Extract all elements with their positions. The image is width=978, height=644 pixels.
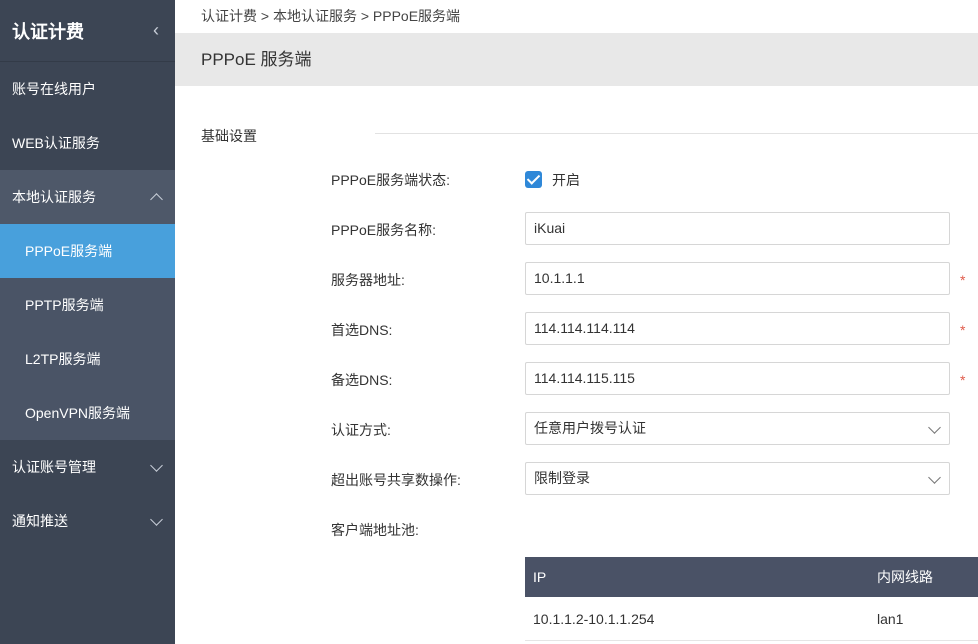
sidebar-item-label: 认证账号管理 <box>12 459 96 475</box>
collapse-sidebar-icon[interactable]: ‹ <box>153 20 159 41</box>
secondary-dns-input[interactable]: 114.114.115.115 <box>525 362 950 395</box>
chevron-down-icon <box>928 421 941 434</box>
exceed-action-row: 超出账号共享数操作: 限制登录 <box>175 462 978 498</box>
sidebar-subitem-openvpn[interactable]: OpenVPN服务端 <box>0 386 175 440</box>
primary-dns-input[interactable]: 114.114.114.114 <box>525 312 950 345</box>
sidebar-item-label: OpenVPN服务端 <box>25 405 131 421</box>
server-address-input[interactable]: 10.1.1.1 <box>525 262 950 295</box>
sidebar-item-auth-accounts[interactable]: 认证账号管理 <box>0 440 175 494</box>
sidebar-item-label: L2TP服务端 <box>25 351 101 367</box>
required-mark: * <box>960 372 966 388</box>
server-address-row: 服务器地址: 10.1.1.1 * <box>175 262 978 298</box>
table-header: IP 内网线路 <box>525 557 978 597</box>
sidebar-item-label: WEB认证服务 <box>12 135 100 151</box>
auth-method-select[interactable]: 任意用户拨号认证 <box>525 412 950 445</box>
exceed-action-select[interactable]: 限制登录 <box>525 462 950 495</box>
primary-dns-row: 首选DNS: 114.114.114.114 * <box>175 312 978 348</box>
cell-ip: 10.1.1.2-10.1.1.254 <box>533 610 655 627</box>
page-title: PPPoE 服务端 <box>175 33 978 86</box>
sidebar-item-label: 本地认证服务 <box>12 189 96 205</box>
secondary-dns-row: 备选DNS: 114.114.115.115 * <box>175 362 978 398</box>
sidebar-item-local-auth[interactable]: 本地认证服务 <box>0 170 175 224</box>
sidebar-header: 认证计费 ‹ <box>0 0 175 62</box>
exceed-action-label: 超出账号共享数操作: <box>331 472 461 488</box>
chevron-down-icon <box>150 512 163 526</box>
sidebar-title: 认证计费 <box>12 21 84 42</box>
service-name-input[interactable]: iKuai <box>525 212 950 245</box>
auth-method-row: 认证方式: 任意用户拨号认证 <box>175 412 978 448</box>
column-header-ip: IP <box>533 569 547 585</box>
chevron-down-icon <box>150 458 163 472</box>
address-pool-row: 客户端地址池: <box>175 512 978 548</box>
primary-dns-label: 首选DNS: <box>331 322 393 338</box>
auth-method-value: 任意用户拨号认证 <box>534 420 646 436</box>
address-pool-label: 客户端地址池: <box>331 522 419 538</box>
main-content: 认证计费 > 本地认证服务 > PPPoE服务端 PPPoE 服务端 基础设置 … <box>175 0 978 644</box>
breadcrumb: 认证计费 > 本地认证服务 > PPPoE服务端 <box>201 8 461 24</box>
sidebar-item-label: 通知推送 <box>12 513 68 529</box>
exceed-action-value: 限制登录 <box>534 470 590 486</box>
secondary-dns-label: 备选DNS: <box>331 372 393 388</box>
sidebar-submenu: PPPoE服务端 PPTP服务端 L2TP服务端 OpenVPN服务端 <box>0 224 175 440</box>
status-checkbox[interactable] <box>525 171 542 188</box>
required-mark: * <box>960 272 966 288</box>
sidebar-item-label: PPTP服务端 <box>25 297 104 313</box>
sidebar-subitem-l2tp[interactable]: L2TP服务端 <box>0 332 175 386</box>
auth-method-label: 认证方式: <box>331 422 391 438</box>
status-label: PPPoE服务端状态: <box>331 172 451 188</box>
chevron-up-icon <box>150 192 163 206</box>
server-address-label: 服务器地址: <box>331 272 405 288</box>
sidebar-item-online-users[interactable]: 账号在线用户 <box>0 62 175 116</box>
status-checkbox-label[interactable]: 开启 <box>552 162 580 198</box>
sidebar-item-notifications[interactable]: 通知推送 <box>0 494 175 548</box>
sidebar-subitem-pppoe[interactable]: PPPoE服务端 <box>0 224 175 278</box>
sidebar-item-web-auth[interactable]: WEB认证服务 <box>0 116 175 170</box>
sidebar: 认证计费 ‹ 账号在线用户 WEB认证服务 本地认证服务 PPPoE服务端 PP… <box>0 0 175 644</box>
service-name-row: PPPoE服务名称: iKuai <box>175 212 978 248</box>
sidebar-subitem-pptp[interactable]: PPTP服务端 <box>0 278 175 332</box>
section-divider <box>375 133 978 134</box>
service-name-label: PPPoE服务名称: <box>331 222 437 238</box>
table-row[interactable]: 10.1.1.2-10.1.1.254 lan1 <box>525 597 978 641</box>
sidebar-item-label: PPPoE服务端 <box>25 243 113 259</box>
chevron-down-icon <box>928 471 941 484</box>
column-header-line: 内网线路 <box>877 569 933 585</box>
sidebar-item-label: 账号在线用户 <box>12 81 96 97</box>
section-title: 基础设置 <box>201 128 257 144</box>
address-pool-table: IP 内网线路 10.1.1.2-10.1.1.254 lan1 <box>525 557 978 641</box>
cell-line: lan1 <box>877 610 904 627</box>
status-row: PPPoE服务端状态: 开启 <box>175 162 978 198</box>
required-mark: * <box>960 322 966 338</box>
